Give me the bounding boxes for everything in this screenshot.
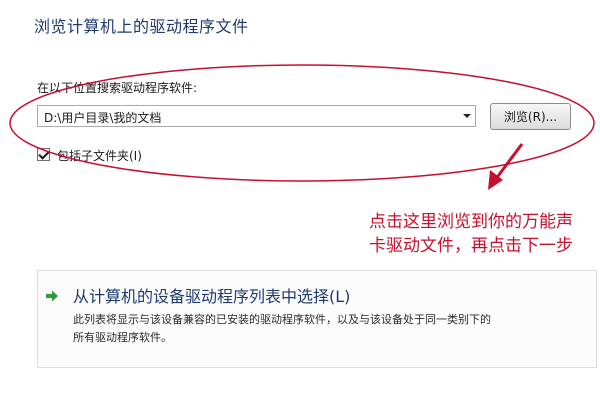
page-title: 浏览计算机上的驱动程序文件: [34, 17, 249, 36]
option-description-line: 此列表将显示与该设备兼容的已安装的驱动程序软件，以及与该设备处于同一类别下的: [73, 313, 491, 326]
annotation-line: 点击这里浏览到你的万能声: [369, 212, 573, 232]
driver-path-value: D:\用户目录\我的文档: [44, 111, 162, 125]
option-description-line: 所有驱动程序软件。: [73, 331, 172, 344]
driver-path-combobox[interactable]: D:\用户目录\我的文档: [37, 105, 476, 127]
search-location-label: 在以下位置搜索驱动程序软件:: [37, 81, 198, 95]
chevron-down-icon[interactable]: [463, 114, 471, 118]
option-description: 此列表将显示与该设备兼容的已安装的驱动程序软件，以及与该设备处于同一类别下的 所…: [73, 311, 595, 347]
green-arrow-icon: [46, 290, 58, 302]
option-title[interactable]: 从计算机的设备驱动程序列表中选择(L): [73, 283, 350, 307]
pointer-arrow-shaft: [493, 143, 524, 181]
include-subfolders-label: 包括子文件夹(I): [57, 149, 142, 163]
checkmark-icon: [38, 148, 50, 160]
pointer-arrow-head-icon: [488, 170, 503, 190]
pick-from-list-option[interactable]: 从计算机的设备驱动程序列表中选择(L) 此列表将显示与该设备兼容的已安装的驱动程…: [37, 270, 597, 368]
annotation-line: 卡驱动文件，再点击下一步: [369, 236, 573, 256]
include-subfolders-checkbox[interactable]: [37, 148, 50, 161]
browse-button[interactable]: 浏览(R)...: [490, 103, 571, 130]
annotation-note: 点击这里浏览到你的万能声 卡驱动文件，再点击下一步: [369, 210, 599, 258]
